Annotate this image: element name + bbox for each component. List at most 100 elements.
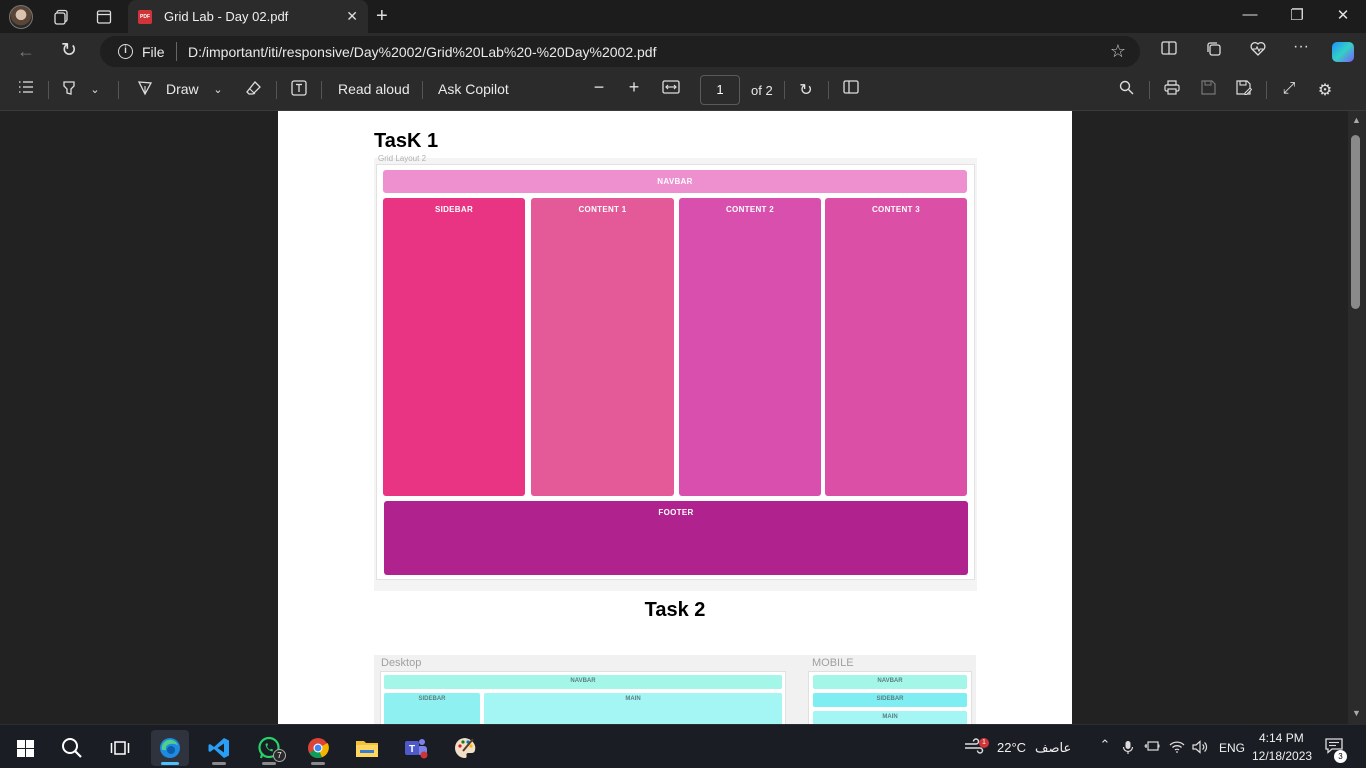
fit-to-width-icon[interactable]: [661, 80, 681, 99]
grid-content-2: CONTENT 2: [679, 198, 821, 496]
draw-button[interactable]: Draw: [166, 81, 199, 97]
svg-text:T: T: [409, 744, 415, 755]
microphone-icon[interactable]: [1120, 740, 1136, 758]
desktop-main: MAIN: [484, 693, 782, 724]
draw-pen-icon[interactable]: [135, 80, 155, 101]
draw-dropdown-icon[interactable]: ⌄: [208, 83, 228, 96]
browser-essentials-icon[interactable]: [1247, 41, 1269, 61]
open-app-indicator: [262, 762, 276, 765]
notification-count-badge: 3: [1334, 750, 1347, 763]
url-text[interactable]: D:/important/iti/responsive/Day%2002/Gri…: [188, 44, 656, 60]
task-view-button[interactable]: [101, 730, 139, 766]
page-view-icon[interactable]: [841, 80, 861, 99]
grid-content-1-label: CONTENT 1: [578, 205, 627, 214]
url-field[interactable]: i File D:/important/iti/responsive/Day%2…: [100, 36, 1140, 67]
mobile-sidebar: SIDEBAR: [813, 693, 967, 707]
table-of-contents-icon[interactable]: [16, 80, 36, 99]
pdf-file-icon: PDF: [138, 10, 152, 24]
toolbar-divider: [118, 81, 119, 99]
clock-date[interactable]: 12/18/2023: [1252, 749, 1312, 763]
taskbar-vscode[interactable]: [200, 730, 238, 766]
scroll-up-arrow-icon[interactable]: ▲: [1352, 115, 1361, 125]
highlight-icon[interactable]: [59, 80, 79, 101]
search-icon[interactable]: [1116, 80, 1136, 100]
read-aloud-button[interactable]: Read aloud: [338, 81, 410, 97]
weather-alert-badge: 1: [979, 738, 989, 748]
scrollbar-thumb[interactable]: [1351, 135, 1360, 309]
open-app-indicator: [311, 762, 325, 765]
start-button[interactable]: [6, 730, 44, 766]
grid-content-1: CONTENT 1: [531, 198, 674, 496]
taskbar-search-button[interactable]: [53, 730, 91, 766]
pdf-viewer: TasK 1 Grid Layout 2 NAVBAR SIDEBAR CONT…: [0, 111, 1366, 724]
profile-avatar[interactable]: [9, 5, 33, 29]
show-hidden-icons-chevron-icon[interactable]: ⌃: [1097, 737, 1113, 753]
mobile-label: MOBILE: [812, 657, 854, 669]
site-info-icon[interactable]: i: [118, 44, 133, 59]
highlight-dropdown-icon[interactable]: ⌄: [85, 83, 105, 96]
more-options-icon[interactable]: ···: [1290, 38, 1312, 56]
folder-icon: [356, 741, 378, 757]
add-text-icon[interactable]: [289, 80, 309, 101]
eraser-icon[interactable]: [244, 80, 264, 101]
vertical-scrollbar[interactable]: ▲ ▼: [1348, 111, 1366, 724]
favorite-star-icon[interactable]: ☆: [1110, 41, 1126, 62]
fullscreen-icon[interactable]: ⤢: [1279, 80, 1299, 98]
zoom-in-icon[interactable]: +: [624, 77, 644, 98]
tab-active[interactable]: PDF Grid Lab - Day 02.pdf ✕: [128, 0, 368, 33]
input-language[interactable]: ENG: [1219, 741, 1245, 755]
split-screen-icon[interactable]: [1158, 41, 1180, 60]
taskbar-whatsapp[interactable]: 7: [250, 730, 288, 766]
refresh-button[interactable]: ↻: [61, 39, 77, 62]
grid-navbar-label: NAVBAR: [657, 177, 693, 186]
battery-plugged-icon[interactable]: [1144, 740, 1160, 755]
grid-layout-frame: NAVBAR SIDEBAR CONTENT 1 CONTENT 2 CONTE…: [376, 164, 975, 580]
weather-description[interactable]: عاصف: [1035, 740, 1071, 756]
taskbar-paint[interactable]: [446, 730, 484, 766]
clock-time[interactable]: 4:14 PM: [1259, 731, 1304, 745]
workspaces-icon[interactable]: [51, 6, 73, 28]
weather-icon[interactable]: [964, 738, 984, 757]
windows-taskbar: 7 T 1 22°C عاصف ⌃ ENG 4:14 PM 12/18/2023…: [0, 724, 1366, 768]
desktop-navbar-label: NAVBAR: [570, 678, 596, 684]
page-total-label: of 2: [751, 83, 773, 98]
grid-layout-caption: Grid Layout 2: [378, 154, 427, 163]
vertical-tabs-icon[interactable]: [93, 6, 115, 28]
restore-button[interactable]: ❐: [1287, 6, 1307, 24]
toolbar-divider: [1266, 81, 1267, 99]
new-tab-button[interactable]: +: [376, 5, 388, 28]
vscode-icon: [208, 738, 229, 758]
url-separator: [176, 42, 177, 61]
scroll-down-arrow-icon[interactable]: ▼: [1352, 708, 1361, 718]
grid-content-3-label: CONTENT 3: [871, 205, 921, 214]
toolbar-divider: [422, 81, 423, 99]
taskbar-file-explorer[interactable]: [348, 730, 386, 766]
print-icon[interactable]: [1162, 80, 1182, 100]
collections-icon[interactable]: [1203, 41, 1225, 62]
whatsapp-unread-badge: 7: [273, 749, 286, 762]
volume-icon[interactable]: [1192, 740, 1208, 757]
tab-strip: PDF Grid Lab - Day 02.pdf ✕ + — ❐ ✕: [0, 0, 1366, 33]
save-as-icon[interactable]: [1234, 80, 1254, 100]
desktop-label: Desktop: [381, 657, 422, 669]
wifi-icon[interactable]: [1169, 740, 1185, 756]
copilot-icon[interactable]: [1332, 42, 1354, 62]
weather-temperature[interactable]: 22°C: [997, 740, 1026, 755]
taskbar-teams[interactable]: T: [397, 730, 435, 766]
page-number-input[interactable]: 1: [700, 75, 740, 105]
toolbar-divider: [321, 81, 322, 99]
settings-gear-icon[interactable]: ⚙: [1315, 80, 1335, 100]
taskbar-chrome[interactable]: [299, 730, 337, 766]
minimize-button[interactable]: —: [1240, 6, 1260, 23]
ask-copilot-button[interactable]: Ask Copilot: [438, 81, 509, 97]
task1-heading: TasK 1: [374, 130, 439, 152]
zoom-out-icon[interactable]: −: [589, 77, 609, 98]
grid-content-3: CONTENT 3: [825, 198, 967, 496]
close-window-button[interactable]: ✕: [1333, 6, 1353, 24]
close-tab-icon[interactable]: ✕: [346, 8, 358, 25]
back-button[interactable]: ←: [17, 41, 35, 62]
taskbar-edge[interactable]: [151, 730, 189, 766]
mobile-navbar: NAVBAR: [813, 675, 967, 689]
rotate-icon[interactable]: ↻: [796, 80, 816, 100]
save-icon: [1198, 80, 1218, 100]
